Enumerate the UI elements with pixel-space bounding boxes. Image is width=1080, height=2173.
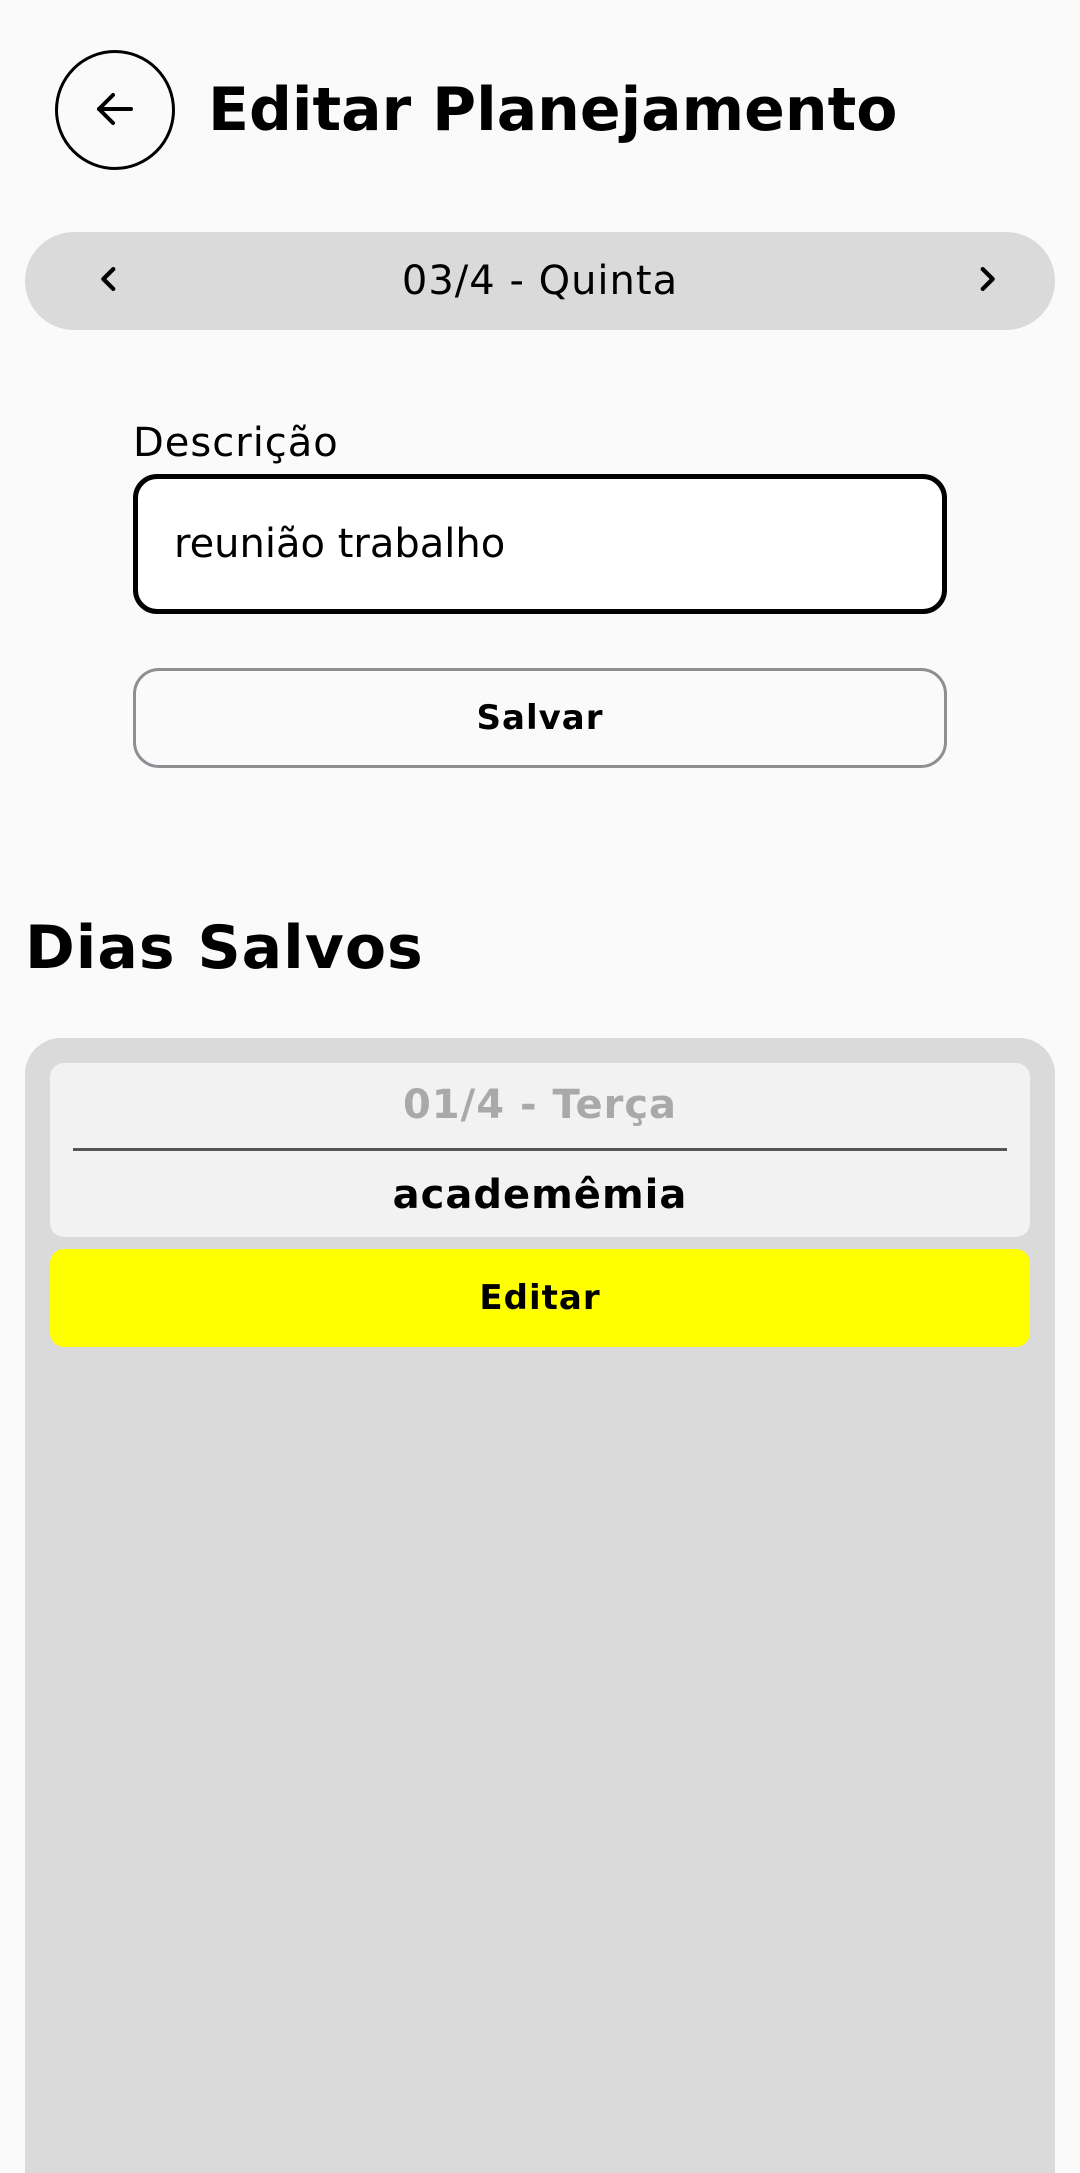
chevron-right-icon bbox=[970, 262, 1004, 300]
saved-day-description: academêmia bbox=[392, 1172, 688, 1218]
saved-days-title: Dias Salvos bbox=[25, 913, 424, 983]
saved-days-list: 01/4 - Terça academêmia Editar bbox=[25, 1038, 1055, 2173]
description-input[interactable] bbox=[133, 474, 947, 614]
description-label: Descrição bbox=[133, 420, 339, 466]
current-date-label: 03/4 - Quinta bbox=[401, 258, 679, 304]
arrow-left-icon bbox=[91, 85, 139, 136]
previous-day-button[interactable] bbox=[79, 251, 139, 311]
edit-button[interactable]: Editar bbox=[50, 1249, 1030, 1347]
chevron-left-icon bbox=[92, 262, 126, 300]
divider bbox=[73, 1148, 1007, 1151]
date-selector: 03/4 - Quinta bbox=[25, 232, 1055, 330]
save-button[interactable]: Salvar bbox=[133, 668, 947, 768]
saved-day-card: 01/4 - Terça academêmia bbox=[50, 1063, 1030, 1237]
saved-day-date: 01/4 - Terça bbox=[402, 1082, 678, 1128]
page-title: Editar Planejamento bbox=[208, 75, 898, 145]
edit-planning-screen: Editar Planejamento 03/4 - Quinta Descri… bbox=[0, 0, 1080, 2173]
next-day-button[interactable] bbox=[957, 251, 1017, 311]
back-button[interactable] bbox=[55, 50, 175, 170]
